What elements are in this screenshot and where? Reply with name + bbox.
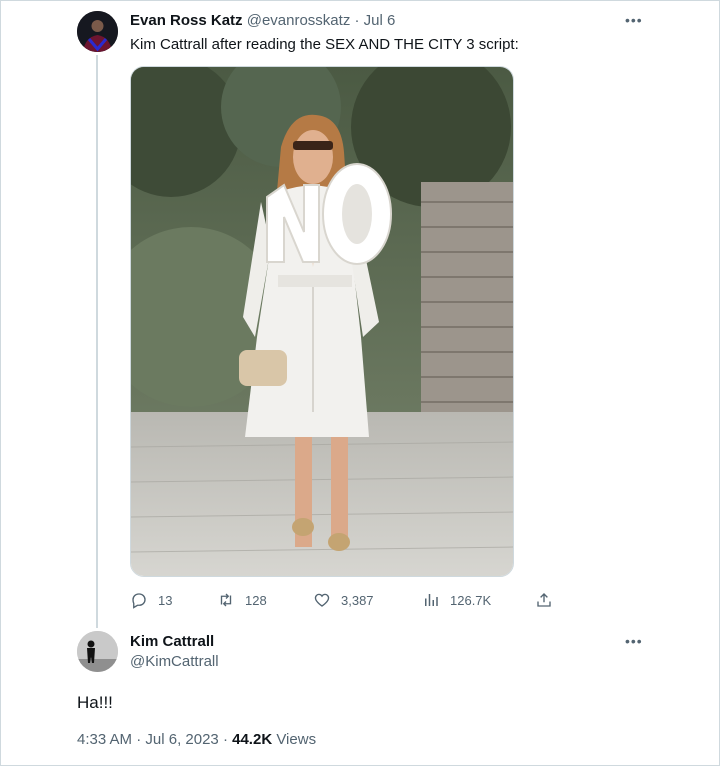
tweet2-author-name[interactable]: Kim Cattrall	[130, 633, 214, 651]
tweet2-separator-2: ·	[222, 731, 228, 748]
like-count: 3,387	[341, 592, 374, 608]
tweet2-meta: 4:33 AM · Jul 6, 2023 · 44.2K Views	[77, 731, 316, 749]
reply-count: 13	[158, 592, 173, 608]
tweet1-date[interactable]: Jul 6	[364, 12, 396, 29]
retweet-count: 128	[245, 592, 267, 608]
retweet-icon	[220, 593, 232, 607]
heart-icon	[314, 593, 330, 607]
reply-button[interactable]: 13	[130, 589, 172, 611]
analytics-bar-icon	[425, 594, 438, 606]
tweet2-text: Ha!!!	[77, 693, 113, 712]
tweet2-views-label: Views	[276, 731, 317, 748]
tweet1-action-bar: 13 128 3,387 126.7K	[130, 589, 560, 611]
reply-icon	[132, 593, 146, 609]
share-button[interactable]	[535, 589, 553, 611]
tweet1-separator: ·	[354, 12, 360, 29]
share-icon	[537, 593, 551, 607]
avatar-evan-ross-katz[interactable]	[77, 11, 118, 52]
avatar-kim-cattrall[interactable]	[77, 631, 118, 672]
tweet1-author-handle[interactable]: @evanrosskatz	[247, 12, 351, 29]
tweet1-author-name[interactable]: Evan Ross Katz	[130, 12, 243, 29]
photo-woman-in-white-coat-holding-no-sign-icon	[131, 67, 513, 576]
tweet2-more-icon[interactable]: •••	[625, 634, 643, 648]
tweet1-header: Evan Ross Katz @evanrosskatz · Jul 6	[130, 12, 395, 30]
retweet-button[interactable]: 128	[217, 589, 267, 611]
tweet1-more-icon[interactable]: •••	[625, 13, 643, 27]
tweet1-text: Kim Cattrall after reading the SEX AND T…	[130, 36, 519, 53]
tweet2-separator-1: ·	[136, 731, 142, 748]
views-button[interactable]: 126.7K	[422, 589, 491, 611]
tweet2-time[interactable]: 4:33 AM	[77, 731, 132, 748]
thread-connector-line	[96, 55, 98, 628]
tweet2-views-count: 44.2K	[232, 731, 273, 748]
like-button[interactable]: 3,387	[313, 589, 374, 611]
tweet1-photo[interactable]	[130, 66, 514, 577]
tweet2-author-handle[interactable]: @KimCattrall	[130, 653, 219, 671]
views-count: 126.7K	[450, 592, 492, 608]
tweet2-date[interactable]: Jul 6, 2023	[145, 731, 218, 748]
